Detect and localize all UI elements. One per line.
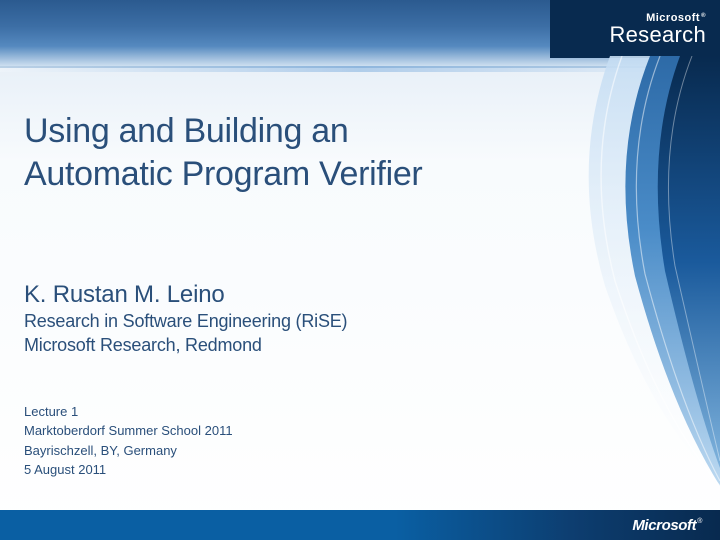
title-line-2: Automatic Program Verifier xyxy=(24,153,560,196)
logo-company-text: Microsoft xyxy=(646,12,706,24)
event-date: 5 August 2011 xyxy=(24,460,560,480)
affiliation-line-1: Research in Software Engineering (RiSE) xyxy=(24,309,560,333)
logo-division-text: Research xyxy=(609,24,706,46)
footer-company-text: Microsoft xyxy=(632,517,702,534)
event-location: Bayrischzell, BY, Germany xyxy=(24,441,560,461)
slide-title: Using and Building an Automatic Program … xyxy=(24,110,560,195)
affiliation-line-2: Microsoft Research, Redmond xyxy=(24,333,560,357)
footer-bar: Microsoft xyxy=(0,510,720,540)
author-name: K. Rustan M. Leino xyxy=(24,281,560,309)
lecture-number: Lecture 1 xyxy=(24,402,560,422)
microsoft-research-logo: Microsoft Research xyxy=(550,0,720,58)
event-name: Marktoberdorf Summer School 2011 xyxy=(24,421,560,441)
lecture-details: Lecture 1 Marktoberdorf Summer School 20… xyxy=(24,402,560,480)
side-swoosh-graphic xyxy=(560,56,720,486)
slide-content: Using and Building an Automatic Program … xyxy=(24,110,560,480)
title-line-1: Using and Building an xyxy=(24,110,560,153)
